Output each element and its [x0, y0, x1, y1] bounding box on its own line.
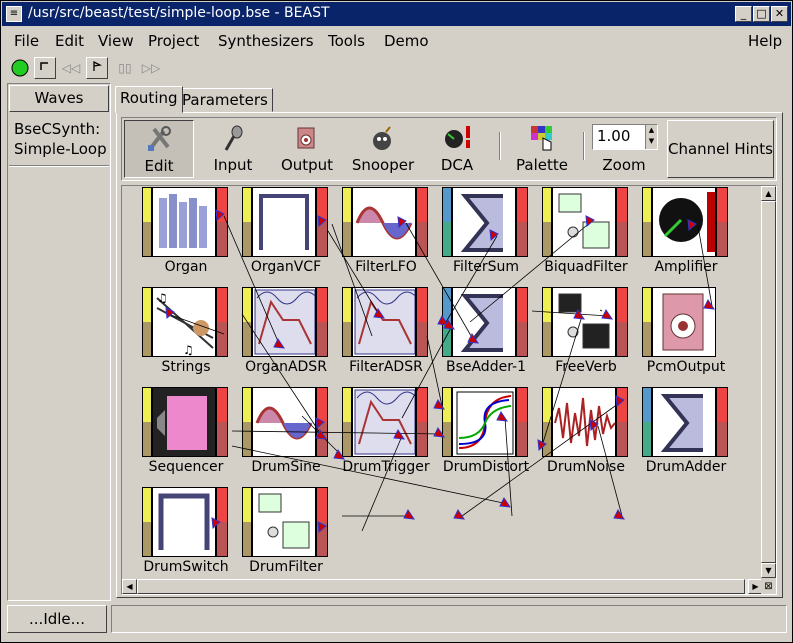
dca-tool-label: DCA — [440, 156, 474, 174]
tab-parameters[interactable]: Parameters — [177, 88, 273, 112]
pause-icon: ▯▯ — [118, 61, 132, 75]
play-button[interactable] — [9, 57, 31, 79]
close-button[interactable]: ✕ — [771, 6, 788, 22]
sidebar: Waves BseCSynth: Simple-Loop — [7, 83, 111, 601]
pause-button[interactable]: ▯▯ — [114, 57, 136, 79]
maximize-button[interactable]: □ — [753, 6, 770, 22]
connection-wires — [165, 209, 716, 534]
rewind-icon: ◁◁ — [61, 61, 81, 75]
menu-demo[interactable]: Demo — [384, 32, 429, 50]
palette-tool[interactable]: Palette — [504, 120, 580, 178]
minimize-button[interactable]: _ — [735, 6, 752, 22]
window-menu-icon[interactable]: ≡ — [6, 6, 22, 22]
stop-button[interactable] — [34, 57, 56, 79]
input-tool-label: Input — [213, 156, 253, 174]
waves-tab[interactable]: Waves — [9, 85, 109, 112]
menu-bar: File Edit View Project Synthesizers Tool… — [2, 28, 791, 54]
synth-list-item[interactable]: BseCSynth: Simple-Loop — [14, 119, 107, 159]
vertical-scroll-thumb[interactable] — [761, 201, 776, 563]
rewind-button[interactable]: ◁◁ — [60, 57, 82, 79]
scroll-left-button[interactable]: ◀ — [122, 579, 137, 594]
zoom-label: Zoom — [602, 156, 646, 174]
zoom-input[interactable]: 1.00 ▲ ▼ — [592, 124, 658, 150]
status-message — [111, 605, 787, 633]
microphone-icon — [224, 125, 243, 151]
flag-icon — [93, 60, 103, 71]
mark-button[interactable] — [86, 57, 108, 79]
main-window: ≡ /usr/src/beast/test/simple-loop.bse - … — [0, 0, 793, 643]
edit-tools-icon — [148, 126, 171, 151]
routing-toolbar: Edit Input Output Snooper DCA Palette Zo… — [121, 117, 777, 181]
routing-canvas[interactable]: Organ OrganVCF FilterLFO FilterSum BiquadFil… — [121, 185, 777, 595]
snooper-tool[interactable]: Snooper — [348, 120, 418, 178]
title-bar[interactable]: ≡ /usr/src/beast/test/simple-loop.bse - … — [2, 2, 791, 26]
horizontal-scroll-thumb[interactable] — [137, 579, 745, 594]
tab-routing[interactable]: Routing — [115, 86, 183, 113]
palette-icon — [531, 126, 552, 151]
vertical-scrollbar[interactable]: ▲ ▼ — [761, 186, 776, 578]
dca-knob-icon — [445, 126, 470, 148]
menu-tools[interactable]: Tools — [328, 32, 365, 50]
zoom-value: 1.00 — [597, 127, 631, 145]
palette-tool-label: Palette — [516, 156, 568, 174]
menu-edit[interactable]: Edit — [55, 32, 84, 50]
bomb-icon — [373, 126, 391, 150]
edit-tool[interactable]: Edit — [124, 120, 194, 178]
menu-project[interactable]: Project — [148, 32, 199, 50]
zoom-corner-icon[interactable]: ⊠ — [761, 579, 776, 594]
input-tool[interactable]: Input — [198, 120, 268, 178]
main-area: Routing Parameters Edit Input Output Sno… — [113, 83, 787, 601]
synth-list: BseCSynth: Simple-Loop — [9, 115, 109, 599]
toolbar-separator — [499, 132, 501, 160]
status-bar: ...Idle... — [7, 605, 787, 635]
scroll-up-button[interactable]: ▲ — [761, 186, 776, 201]
routing-panel: Edit Input Output Snooper DCA Palette Zo… — [116, 112, 783, 598]
menu-file[interactable]: File — [14, 32, 39, 50]
edit-tool-label: Edit — [144, 157, 174, 175]
list-divider — [9, 165, 109, 167]
toolbar-separator — [583, 132, 585, 160]
status-idle: ...Idle... — [7, 605, 107, 633]
speaker-icon — [297, 127, 315, 149]
channel-hints-button[interactable]: Channel Hints — [667, 120, 774, 178]
menu-help[interactable]: Help — [748, 32, 782, 50]
stop-icon — [40, 62, 48, 70]
dca-tool[interactable]: DCA — [422, 120, 492, 178]
green-circle-icon — [11, 59, 29, 77]
scroll-down-button[interactable]: ▼ — [761, 563, 776, 578]
snooper-tool-label: Snooper — [351, 156, 415, 174]
zoom-spin-buttons[interactable]: ▲ ▼ — [645, 125, 657, 149]
transport-toolbar: ◁◁ ▯▯ ▷▷ — [2, 56, 791, 81]
window-title: /usr/src/beast/test/simple-loop.bse - BE… — [28, 5, 330, 21]
fast-forward-icon: ▷▷ — [141, 61, 161, 75]
output-tool[interactable]: Output — [272, 120, 342, 178]
menu-view[interactable]: View — [98, 32, 134, 50]
forward-button[interactable]: ▷▷ — [140, 57, 162, 79]
horizontal-scrollbar[interactable]: ◀ ▶ — [122, 579, 763, 594]
output-tool-label: Output — [280, 156, 334, 174]
menu-synthesizers[interactable]: Synthesizers — [218, 32, 314, 50]
